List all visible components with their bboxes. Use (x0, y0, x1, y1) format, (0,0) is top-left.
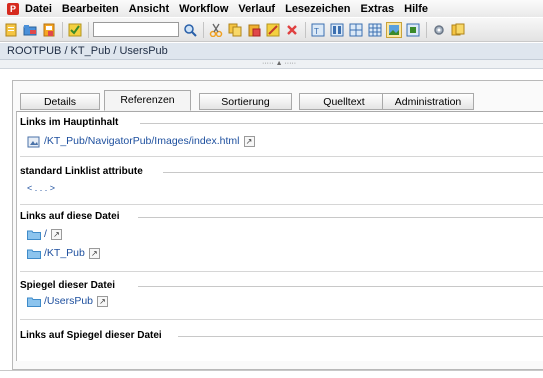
section-title: Links im Hauptinhalt (20, 117, 123, 128)
section-divider (20, 319, 543, 320)
panel-splitter[interactable]: ····· ▲ ····· (0, 60, 543, 69)
section-links-auf-diese-datei: Links auf diese Datei / ↗ /KT_Pub ↗ (20, 211, 543, 272)
section-rule (178, 336, 543, 337)
folder-icon (27, 229, 41, 240)
splitter-grip-icon[interactable]: ····· ▲ ····· (262, 60, 296, 68)
tab-referenzen[interactable]: Referenzen (104, 90, 191, 111)
list-item: /KT_Pub/NavigatorPub/Images/index.html ↗ (27, 135, 255, 147)
breadcrumb[interactable]: ROOTPUB / KT_Pub / UsersPub (7, 45, 168, 57)
toolbar-separator (88, 21, 89, 38)
section-title: Links auf Spiegel dieser Datei (20, 330, 166, 341)
menu-extras[interactable]: Extras (361, 3, 395, 15)
list-item: /KT_Pub ↗ (27, 247, 100, 259)
link-hauptinhalt[interactable]: /KT_Pub/NavigatorPub/Images/index.html (44, 135, 240, 147)
section-divider (20, 156, 543, 157)
toolbar-separator (203, 21, 204, 38)
open-icon[interactable] (22, 22, 38, 38)
menu-verlauf[interactable]: Verlauf (238, 3, 275, 15)
copy-icon[interactable] (227, 22, 243, 38)
section-title: Spiegel dieser Datei (20, 280, 120, 291)
toolbar: T (0, 18, 543, 42)
section-links-im-hauptinhalt: Links im Hauptinhalt /KT_Pub/NavigatorPu… (20, 117, 543, 157)
search-input[interactable] (93, 22, 179, 37)
html-file-icon (27, 136, 41, 147)
toolbar-separator (426, 21, 427, 38)
folder-icon (27, 296, 41, 307)
media-icon[interactable] (405, 22, 421, 38)
tab-administration[interactable]: Administration (382, 93, 474, 110)
breadcrumb-bar: ROOTPUB / KT_Pub / UsersPub (0, 43, 543, 60)
section-title: Links auf diese Datei (20, 211, 124, 222)
section-rule (140, 123, 543, 124)
link-userspub-folder[interactable]: /UsersPub (44, 295, 93, 307)
section-rule (138, 217, 543, 218)
section-links-auf-spiegel: Links auf Spiegel dieser Datei (20, 330, 543, 350)
open-link-icon[interactable]: ↗ (97, 295, 109, 307)
search-icon[interactable] (182, 22, 198, 38)
save-icon[interactable] (41, 22, 57, 38)
section-rule (138, 286, 543, 287)
edit-icon[interactable] (265, 22, 281, 38)
paste-icon[interactable] (246, 22, 262, 38)
svg-text:T: T (314, 27, 319, 36)
delete-icon[interactable] (284, 22, 300, 38)
link-root-folder[interactable]: / (44, 228, 47, 240)
grid-icon[interactable] (348, 22, 364, 38)
section-spiegel-dieser-datei: Spiegel dieser Datei /UsersPub ↗ (20, 280, 543, 320)
columns-icon[interactable] (329, 22, 345, 38)
new-icon[interactable] (3, 22, 19, 38)
toolbar-separator (62, 21, 63, 38)
open-link-icon[interactable]: ↗ (88, 247, 100, 259)
check-icon[interactable] (67, 22, 83, 38)
list-item: / ↗ (27, 228, 62, 240)
section-divider (20, 271, 543, 272)
section-title: standard Linklist attribute (20, 166, 147, 177)
section-linklist-attribute: standard Linklist attribute < . . . > (20, 166, 543, 206)
list-item: /UsersPub ↗ (27, 295, 109, 307)
tab-details[interactable]: Details (20, 93, 100, 110)
cut-icon[interactable] (208, 22, 224, 38)
section-rule (163, 172, 543, 173)
section-divider (20, 204, 543, 205)
menu-ansicht[interactable]: Ansicht (129, 3, 169, 15)
menu-lesezeichen[interactable]: Lesezeichen (285, 3, 350, 15)
folder-icon (27, 248, 41, 259)
toolbar-separator (305, 21, 306, 38)
image-icon[interactable] (386, 21, 402, 38)
tab-quelltext[interactable]: Quelltext (299, 93, 389, 110)
open-link-icon[interactable]: ↗ (50, 228, 62, 240)
settings-icon[interactable] (431, 22, 447, 38)
table-icon[interactable] (367, 22, 383, 38)
tab-sortierung[interactable]: Sortierung (199, 93, 292, 110)
linklist-placeholder[interactable]: < . . . > (27, 183, 55, 193)
bottom-border (0, 370, 543, 371)
menu-hilfe[interactable]: Hilfe (404, 3, 428, 15)
app-logo: P (7, 2, 19, 15)
pages-icon[interactable] (450, 22, 466, 38)
menu-bearbeiten[interactable]: Bearbeiten (62, 3, 119, 15)
link-kt-pub-folder[interactable]: /KT_Pub (44, 247, 85, 259)
menubar: P Datei Bearbeiten Ansicht Workflow Verl… (0, 0, 543, 17)
open-link-icon[interactable]: ↗ (243, 135, 255, 147)
menu-workflow[interactable]: Workflow (179, 3, 228, 15)
text-icon[interactable]: T (310, 22, 326, 38)
menu-datei[interactable]: Datei (25, 3, 52, 15)
